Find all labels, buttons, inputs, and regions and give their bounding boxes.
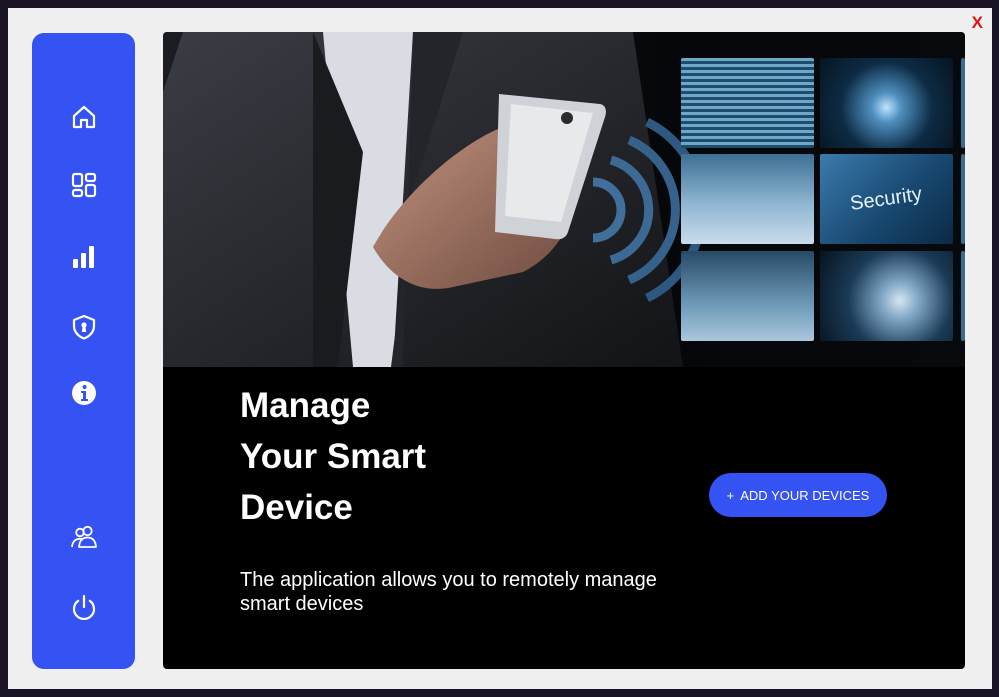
headline-line: Manage (240, 386, 371, 425)
security-caption: Security (849, 182, 924, 215)
sidebar-item-security[interactable] (32, 303, 135, 351)
users-icon (70, 525, 97, 548)
blinds-tile (681, 58, 814, 148)
description-text: The application allows you to remotely m… (240, 569, 657, 615)
lamp-tile (820, 58, 953, 148)
security-tile: Security (820, 154, 953, 244)
close-button[interactable]: X (972, 13, 983, 33)
app-window: X Security Manage Your Smart Device The … (8, 8, 992, 689)
hero-panel: Security Manage Your Smart Device The ap… (163, 32, 965, 669)
stereo-tile (681, 251, 814, 341)
info-icon (71, 381, 96, 405)
tile-edge (961, 251, 965, 341)
sidebar-item-users[interactable] (32, 513, 135, 561)
headline-line: Your Smart (240, 437, 427, 476)
headline-line: Device (240, 488, 353, 527)
tile-edge (961, 58, 965, 148)
add-devices-label: ADD YOUR DEVICES (740, 487, 870, 503)
tv-room-tile (681, 154, 814, 244)
sidebar-item-statistics[interactable] (32, 233, 135, 281)
sidebar-item-home[interactable] (32, 93, 135, 141)
shield-keyhole-icon (72, 314, 95, 340)
sidebar-item-power[interactable] (32, 583, 135, 631)
plus-icon: + (726, 487, 735, 503)
home-icon (72, 105, 95, 129)
sidebar (32, 33, 135, 669)
sidebar-item-info[interactable] (32, 369, 135, 417)
dashboard-grid-icon (71, 172, 96, 198)
hero-image: Security (163, 32, 965, 367)
washer-tile (820, 251, 953, 341)
page-title: Manage Your Smart Device (240, 380, 426, 533)
bar-chart-icon (72, 246, 94, 268)
add-devices-button[interactable]: + ADD YOUR DEVICES (709, 473, 887, 517)
sidebar-item-dashboard[interactable] (32, 161, 135, 209)
power-icon (72, 594, 95, 621)
tile-edge (961, 154, 965, 244)
